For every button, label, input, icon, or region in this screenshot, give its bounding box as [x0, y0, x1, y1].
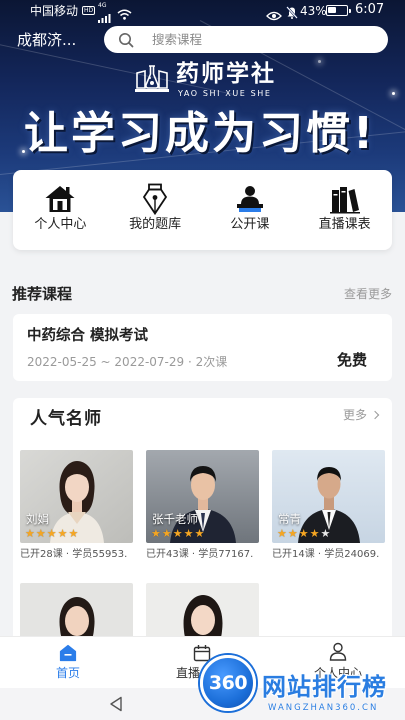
star-icon: ★: [309, 527, 320, 540]
teacher-name: 刘娟: [26, 512, 49, 526]
teacher-photo: 刘娟 ★ ★ ★ ★ ★: [20, 450, 133, 543]
star-icon: ★: [277, 527, 287, 540]
teacher-photo: 常青 ★ ★ ★ ★ ★: [272, 450, 385, 543]
chevron-right-icon: [370, 410, 380, 420]
signal-icon: [98, 8, 111, 27]
star-icon: ★: [194, 527, 205, 540]
watermark-url: WANGZHAN360.CN: [268, 703, 379, 713]
search-placeholder: 搜索课程: [152, 32, 203, 47]
brand-logo-text: 药师学社: [176, 61, 276, 87]
course-price: 免费: [336, 351, 367, 369]
watermark-360-logo: 360: [200, 655, 256, 711]
lecture-icon: [233, 183, 267, 215]
carrier-name: 中国移动: [30, 4, 79, 18]
location-selector[interactable]: 成都济...: [17, 31, 76, 49]
teacher-card[interactable]: 张千老师 ★ ★ ★ ★ ★ 已开43课 · 学员77167.: [146, 450, 259, 560]
clock: 6:07: [355, 2, 385, 17]
teacher-rating: ★ ★ ★ ★ ★: [151, 528, 204, 540]
quick-menu-item-profile[interactable]: 个人中心: [13, 170, 108, 250]
teacher-card[interactable]: 刘娟 ★ ★ ★ ★ ★ 已开28课 · 学员55953.: [20, 450, 133, 560]
star-icon: ★: [172, 527, 183, 540]
quick-menu-item-live-schedule[interactable]: 直播课表: [297, 170, 392, 250]
star-icon: ★: [320, 527, 331, 540]
person-icon: [329, 642, 347, 665]
nav-label-home: 首页: [56, 666, 81, 680]
search-input[interactable]: 搜索课程: [104, 26, 388, 53]
view-more-link[interactable]: 查看更多: [344, 287, 392, 301]
star-icon: ★: [183, 527, 194, 540]
quick-menu-label: 个人中心: [34, 217, 87, 232]
battery-icon: [326, 5, 351, 16]
brand-logo-subtitle: YAO SHI XUE SHE: [178, 89, 272, 98]
section-title-recommended: 推荐课程: [12, 285, 73, 303]
course-title: 中药综合 模拟考试: [27, 328, 149, 344]
star-icon: ★: [161, 527, 172, 540]
course-card[interactable]: 中药综合 模拟考试 2022-05-25 ~ 2022-07-29 · 2次课 …: [13, 314, 392, 381]
more-teachers-link[interactable]: 更多: [342, 408, 380, 422]
search-icon: [118, 32, 134, 52]
banner-slogan: 让学习成为习惯!: [24, 108, 377, 159]
teacher-card[interactable]: 常青 ★ ★ ★ ★ ★ 已开14课 · 学员24069.: [272, 450, 385, 560]
eye-icon: [266, 6, 282, 25]
brand-logo-icon: [133, 63, 171, 101]
star-icon: ★: [298, 527, 309, 540]
wifi-icon: [117, 5, 132, 24]
pen-nib-icon: [138, 183, 172, 215]
teacher-photo: 张千老师 ★ ★ ★ ★ ★: [146, 450, 259, 543]
course-meta: 2022-05-25 ~ 2022-07-29 · 2次课: [27, 355, 228, 369]
star-icon: ★: [287, 527, 298, 540]
star-icon: ★: [35, 527, 46, 540]
teacher-stats: 已开28课 · 学员55953.: [20, 549, 128, 560]
teacher-stats: 已开14课 · 学员24069.: [272, 549, 380, 560]
star-icon: ★: [151, 527, 161, 540]
teacher-rating: ★ ★ ★ ★ ★: [277, 528, 330, 540]
quick-menu: 个人中心 我的题库 公开课 直播课表: [13, 170, 392, 250]
back-icon[interactable]: [109, 696, 123, 716]
quick-menu-item-open-course[interactable]: 公开课: [203, 170, 298, 250]
teacher-stats: 已开43课 · 学员77167.: [146, 549, 254, 560]
teacher-name: 张千老师: [152, 512, 198, 526]
quick-menu-label: 我的题库: [129, 217, 182, 232]
books-icon: [328, 183, 362, 215]
star-icon: ★: [57, 527, 68, 540]
nav-label-live: 直播: [176, 666, 201, 680]
battery-percent: 43%: [300, 4, 327, 18]
hd-badge: HD: [82, 6, 96, 15]
quick-menu-label: 公开课: [230, 217, 270, 232]
star-icon: ★: [46, 527, 57, 540]
home-icon: [43, 183, 77, 215]
star-icon: ★: [25, 527, 35, 540]
watermark-title: 网站排行榜: [262, 673, 387, 701]
teacher-rating: ★ ★ ★ ★ ★: [25, 528, 78, 540]
quick-menu-item-question-bank[interactable]: 我的题库: [108, 170, 203, 250]
mute-icon: [286, 4, 298, 23]
section-title-teachers: 人气名师: [30, 409, 102, 429]
home-icon: [59, 644, 77, 666]
quick-menu-label: 直播课表: [318, 217, 371, 232]
star-icon: ★: [68, 527, 79, 540]
more-label: 更多: [342, 408, 367, 422]
teacher-name: 常青: [278, 512, 301, 526]
watermark-logo-text: 360: [208, 672, 248, 694]
